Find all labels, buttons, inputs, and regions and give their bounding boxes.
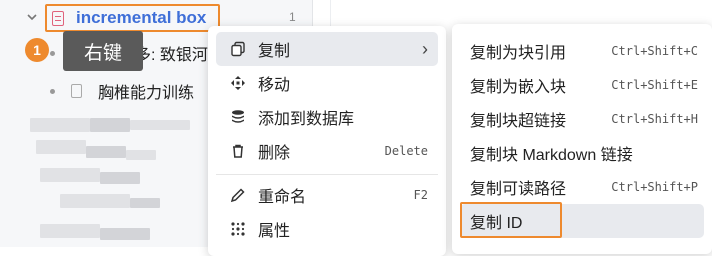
blurred-content — [130, 198, 160, 208]
root-doc-title: incremental box — [76, 8, 207, 27]
copy-id-highlight — [460, 202, 562, 238]
submenu-item-copy-hyperlink[interactable]: 复制块超链接 Ctrl+Shift+H — [460, 102, 704, 136]
tooltip-right-click: 右键 — [63, 31, 143, 71]
copy-submenu: 复制为块引用 Ctrl+Shift+C 复制为嵌入块 Ctrl+Shift+E … — [452, 24, 712, 254]
menu-item-attributes[interactable]: 属性 — [216, 212, 438, 246]
menu-item-label: 属性 — [258, 223, 291, 240]
blurred-content — [126, 150, 156, 160]
blurred-content — [90, 118, 130, 132]
submenu-item-copy-embed[interactable]: 复制为嵌入块 Ctrl+Shift+E — [460, 68, 704, 102]
blurred-content — [40, 224, 100, 238]
submenu-item-copy-readable-path[interactable]: 复制可读路径 Ctrl+Shift+P — [460, 170, 704, 204]
move-icon — [226, 75, 250, 91]
submenu-item-copy-markdown-link[interactable]: 复制块 Markdown 链接 — [460, 136, 704, 170]
context-menu: 复制 › 移动 添加到数据库 删除 Delete 重命名 F2 属性 — [208, 26, 446, 256]
submenu-item-label: 复制可读路径 — [470, 181, 567, 198]
blurred-content — [40, 168, 100, 182]
blurred-content — [100, 172, 140, 184]
step-badge: 1 — [25, 38, 49, 62]
tree-item-child-2[interactable]: 胸椎能力训练 — [50, 80, 194, 102]
menu-item-label: 重命名 — [258, 189, 307, 206]
bullet-icon — [50, 50, 55, 56]
menu-item-add-to-database[interactable]: 添加到数据库 — [216, 100, 438, 134]
menu-item-label: 移动 — [258, 77, 291, 94]
tree-item-root[interactable]: incremental box — [52, 8, 206, 28]
submenu-item-label: 复制块 Markdown 链接 — [470, 147, 633, 164]
shortcut-label: Ctrl+Shift+C — [611, 44, 698, 58]
menu-separator — [216, 174, 438, 175]
child-2-label: 胸椎能力训练 — [98, 85, 195, 102]
menu-item-rename[interactable]: 重命名 F2 — [216, 178, 438, 212]
database-icon — [226, 109, 250, 125]
blurred-content — [60, 194, 130, 208]
blurred-content — [130, 120, 190, 130]
menu-item-copy[interactable]: 复制 › — [216, 32, 438, 66]
submenu-item-label: 复制为块引用 — [470, 45, 567, 62]
blurred-content — [36, 140, 86, 154]
menu-item-label: 复制 — [258, 43, 291, 60]
chevron-down-icon[interactable] — [26, 11, 38, 23]
blurred-content — [30, 118, 90, 132]
menu-item-label: 添加到数据库 — [258, 111, 355, 128]
shortcut-label: Delete — [384, 144, 428, 158]
menu-item-move[interactable]: 移动 — [216, 66, 438, 100]
pencil-icon — [226, 187, 250, 203]
shortcut-label: F2 — [413, 188, 428, 202]
document-icon — [71, 84, 82, 98]
shortcut-label: Ctrl+Shift+E — [611, 78, 698, 92]
menu-item-delete[interactable]: 删除 Delete — [216, 134, 438, 168]
chevron-right-icon: › — [422, 38, 428, 59]
bullet-icon — [50, 88, 55, 94]
attributes-icon — [226, 221, 250, 237]
trash-icon — [226, 143, 250, 159]
shortcut-label: Ctrl+Shift+H — [611, 112, 698, 126]
menu-item-label: 删除 — [258, 145, 291, 162]
child-1-label: 多: 致银河 — [135, 47, 208, 64]
submenu-item-copy-block-ref[interactable]: 复制为块引用 Ctrl+Shift+C — [460, 34, 704, 68]
blurred-content — [100, 228, 150, 240]
blurred-content — [86, 146, 126, 158]
document-icon — [52, 10, 64, 26]
shortcut-label: Ctrl+Shift+P — [611, 180, 698, 194]
submenu-item-label: 复制为嵌入块 — [470, 79, 567, 96]
submenu-item-label: 复制块超链接 — [470, 113, 567, 130]
copy-icon — [226, 41, 250, 57]
root-doc-count: 1 — [289, 10, 296, 24]
